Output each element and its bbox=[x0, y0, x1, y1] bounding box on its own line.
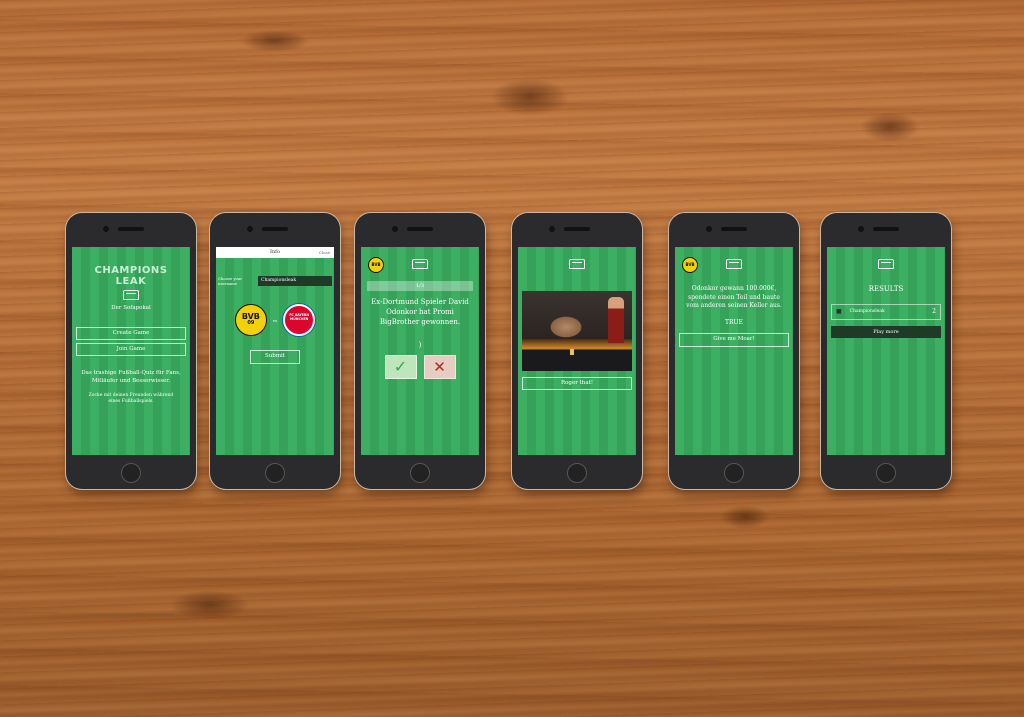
home-button[interactable] bbox=[410, 463, 430, 483]
roger-that-button[interactable]: Roger that! bbox=[522, 377, 632, 391]
camera bbox=[549, 226, 555, 232]
gif-screen: Roger that! bbox=[518, 247, 636, 455]
vs-label: vs bbox=[272, 317, 278, 323]
phone-results-screen: Results ■ Championsleak 2 Play more bbox=[821, 213, 951, 489]
speaker bbox=[407, 227, 433, 231]
hint-text: Zocke mit deinen Freunden während eines … bbox=[88, 393, 174, 405]
phone-start-screen: Champions Leak Der Sofapokal Create Game… bbox=[66, 213, 196, 489]
start-screen: Champions Leak Der Sofapokal Create Game… bbox=[72, 247, 190, 455]
fc-bayern-logo-icon: FC BAYERN MÜNCHEN bbox=[283, 304, 316, 337]
bvb-logo-icon: BVB 09 bbox=[234, 304, 267, 337]
bvb-logo-text: BVB bbox=[685, 262, 695, 267]
results-row: ■ Championsleak 2 bbox=[831, 304, 941, 321]
camera bbox=[247, 226, 253, 232]
progress-text: 1/3 bbox=[415, 283, 425, 289]
phone-question-screen: BVB 1/3 Ex-Dortmund Spieler David Odonko… bbox=[355, 213, 485, 489]
camera bbox=[392, 226, 398, 232]
bvb-logo-icon: BVB bbox=[682, 257, 698, 273]
camera bbox=[103, 226, 109, 232]
give-me-moar-button[interactable]: Give me Moar! bbox=[679, 333, 789, 347]
username-label: Choose your username bbox=[218, 276, 243, 287]
bvb-logo-text: BVB bbox=[371, 262, 381, 267]
play-more-button[interactable]: Play more bbox=[831, 326, 941, 339]
home-button[interactable] bbox=[121, 463, 141, 483]
sofa-icon bbox=[412, 259, 428, 269]
close-link[interactable]: Close bbox=[319, 247, 330, 258]
home-button[interactable] bbox=[724, 463, 744, 483]
home-button[interactable] bbox=[265, 463, 285, 483]
sofa-icon bbox=[123, 290, 139, 300]
results-player-score: 2 bbox=[932, 308, 936, 316]
app-title: Champions Leak bbox=[94, 265, 168, 287]
bvb-logo-year: 09 bbox=[247, 320, 255, 327]
answer-statement: Odonkor gewann 100.000€, spendete einen … bbox=[686, 285, 782, 310]
true-button[interactable]: ✓ bbox=[384, 354, 417, 379]
question-screen: BVB 1/3 Ex-Dortmund Spieler David Odonko… bbox=[361, 247, 479, 455]
topbar-title: Info bbox=[269, 249, 281, 255]
speaker bbox=[118, 227, 144, 231]
speaker bbox=[564, 227, 590, 231]
sofa-icon bbox=[878, 259, 894, 269]
create-game-button[interactable]: Create Game bbox=[76, 326, 186, 340]
info-topbar: Info Close bbox=[216, 247, 334, 258]
speaker bbox=[262, 227, 288, 231]
loading-spinner: ) bbox=[418, 341, 422, 350]
figure-badge bbox=[570, 349, 574, 355]
user-icon: ■ bbox=[836, 308, 842, 316]
submit-button[interactable]: Submit bbox=[250, 350, 300, 364]
wood-knot bbox=[720, 505, 770, 529]
camera bbox=[858, 226, 864, 232]
phone-username-screen: Info Close Choose your username Champion… bbox=[210, 213, 340, 489]
officer-figure bbox=[608, 297, 624, 343]
check-icon: ✓ bbox=[393, 356, 408, 376]
question-text: Ex-Dortmund Spieler David Odonkor hat Pr… bbox=[371, 298, 469, 327]
app-subtitle: Der Sofapokal bbox=[111, 305, 151, 312]
wood-knot bbox=[240, 30, 310, 52]
wood-knot bbox=[860, 112, 920, 142]
cross-icon: ✕ bbox=[433, 357, 446, 376]
camera bbox=[706, 226, 712, 232]
sofa-icon bbox=[726, 259, 742, 269]
results-player-name: Championsleak bbox=[849, 309, 885, 315]
answer-screen: BVB Odonkor gewann 100.000€, spendete ei… bbox=[675, 247, 793, 455]
wood-knot bbox=[490, 78, 570, 116]
speaker bbox=[873, 227, 899, 231]
reaction-gif-image bbox=[522, 291, 632, 371]
wood-knot bbox=[170, 590, 250, 620]
question-progress: 1/3 bbox=[367, 281, 473, 291]
bvb-logo-icon: BVB bbox=[368, 257, 384, 273]
phone-answer-screen: BVB Odonkor gewann 100.000€, spendete ei… bbox=[669, 213, 799, 489]
username-screen: Info Close Choose your username Champion… bbox=[216, 247, 334, 455]
results-title: Results bbox=[868, 285, 904, 293]
tagline: Das trashige Fußball-Quiz für Fans, Mitl… bbox=[81, 370, 181, 384]
join-game-button[interactable]: Join Game bbox=[76, 342, 186, 357]
home-button[interactable] bbox=[567, 463, 587, 483]
sofa-icon bbox=[569, 259, 585, 269]
phone-gif-screen: Roger that! bbox=[512, 213, 642, 489]
answer-result: TRUE bbox=[725, 319, 743, 327]
false-button[interactable]: ✕ bbox=[423, 354, 456, 379]
home-button[interactable] bbox=[876, 463, 896, 483]
username-input[interactable]: Championsleak bbox=[258, 276, 332, 287]
results-screen: Results ■ Championsleak 2 Play more bbox=[827, 247, 945, 455]
fcb-logo-text: FC BAYERN MÜNCHEN bbox=[289, 313, 310, 322]
speaker bbox=[721, 227, 747, 231]
